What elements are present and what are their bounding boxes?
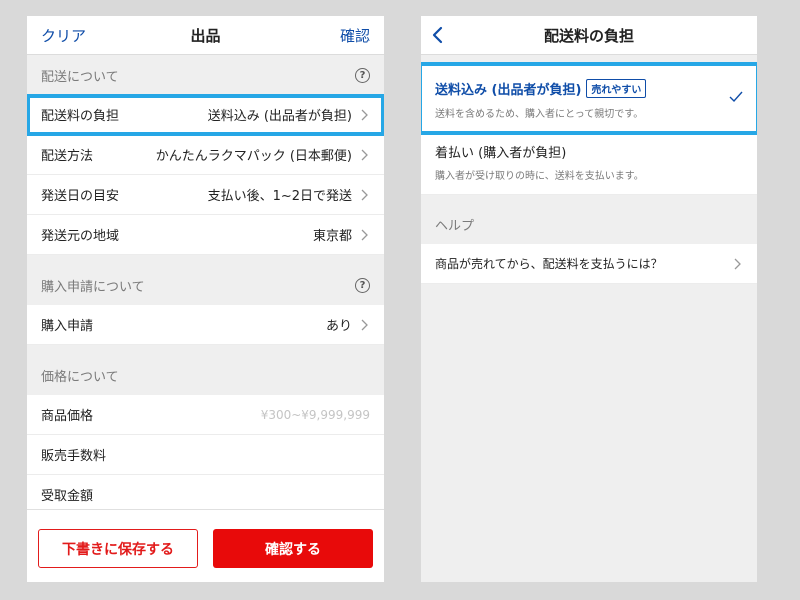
row-label: 発送日の目安: [41, 189, 120, 204]
row-value: 送料込み (出品者が負担): [207, 109, 352, 124]
row-label: 配送方法: [41, 149, 94, 164]
clear-button[interactable]: クリア: [41, 25, 86, 46]
nav-bar: クリア 出品 確認: [27, 16, 384, 55]
option-seller-pays[interactable]: 送料込み (出品者が負担) 売れやすい 送料を含めるため、購入者にとって親切です…: [421, 62, 757, 135]
help-section-title: ヘルプ: [435, 218, 475, 234]
back-chevron-icon[interactable]: [429, 26, 447, 44]
row-label: 購入申請: [41, 319, 94, 334]
row-label: 受取金額: [41, 489, 94, 504]
price-section-header: 価格について: [27, 355, 384, 395]
confirm-button[interactable]: 確認する: [213, 529, 373, 568]
help-item-row[interactable]: 商品が売れてから、配送料を支払うには？: [421, 244, 757, 284]
page-title: 配送料の負担: [543, 26, 634, 45]
purchase-request-row[interactable]: 購入申請 あり: [27, 305, 384, 345]
row-label: 販売手数料: [41, 449, 107, 464]
option-title: 着払い (購入者が負担): [435, 146, 567, 161]
fee-row: 販売手数料: [27, 435, 384, 475]
nav-bar: 配送料の負担: [421, 16, 757, 55]
shipping-fee-screen: 配送料の負担 送料込み (出品者が負担) 売れやすい 送料を含めるため、購入者に…: [421, 16, 757, 582]
chevron-right-icon: [361, 189, 368, 200]
option-description: 購入者が受け取りの時に、送料を支払います。: [435, 171, 644, 182]
shipping-section-title: 配送について: [41, 69, 119, 85]
save-draft-button[interactable]: 下書きに保存する: [38, 529, 198, 568]
shipping-method-row[interactable]: 配送方法 かんたんラクマパック (日本郵便): [27, 135, 384, 175]
row-label: 配送料の負担: [41, 109, 120, 124]
option-title: 送料込み (出品者が負担): [435, 83, 582, 98]
listing-screen: クリア 出品 確認 配送について ? 配送料の負担 送料込み (出品者が負担) …: [27, 16, 384, 582]
confirm-link[interactable]: 確認: [340, 25, 370, 46]
help-section-header: ヘルプ: [421, 204, 757, 244]
chevron-right-icon: [361, 109, 368, 120]
shipping-days-row[interactable]: 発送日の目安 支払い後、1~2日で発送: [27, 175, 384, 215]
price-input[interactable]: ¥300~¥9,999,999: [261, 408, 370, 422]
item-price-row[interactable]: 商品価格 ¥300~¥9,999,999: [27, 395, 384, 435]
purchase-section-title: 購入申請について: [41, 279, 145, 295]
chevron-right-icon: [361, 229, 368, 240]
row-value: あり: [325, 319, 352, 334]
sells-easily-badge: 売れやすい: [586, 79, 647, 98]
option-buyer-pays[interactable]: 着払い (購入者が負担) 購入者が受け取りの時に、送料を支払います。: [421, 132, 757, 195]
row-label: 発送元の地域: [41, 229, 120, 244]
chevron-right-icon: [734, 258, 741, 269]
chevron-right-icon: [361, 319, 368, 330]
row-value: 支払い後、1~2日で発送: [207, 189, 352, 204]
shipping-section-header: 配送について ?: [27, 55, 384, 95]
shipping-origin-row[interactable]: 発送元の地域 東京都: [27, 215, 384, 255]
shipping-fee-row[interactable]: 配送料の負担 送料込み (出品者が負担): [27, 94, 384, 136]
chevron-right-icon: [361, 149, 368, 160]
option-description: 送料を含めるため、購入者にとって親切です。: [435, 109, 644, 120]
row-label: 商品価格: [41, 409, 94, 424]
help-item-label: 商品が売れてから、配送料を支払うには？: [435, 257, 663, 271]
row-value: 東京都: [312, 229, 352, 244]
help-icon[interactable]: ?: [355, 67, 370, 83]
purchase-section-header: 購入申請について ?: [27, 265, 384, 305]
check-icon: [729, 91, 743, 103]
help-icon[interactable]: ?: [355, 277, 370, 293]
row-value: かんたんラクマパック (日本郵便): [155, 149, 352, 164]
price-section-title: 価格について: [41, 369, 119, 385]
bottom-action-bar: 下書きに保存する 確認する: [27, 509, 384, 582]
